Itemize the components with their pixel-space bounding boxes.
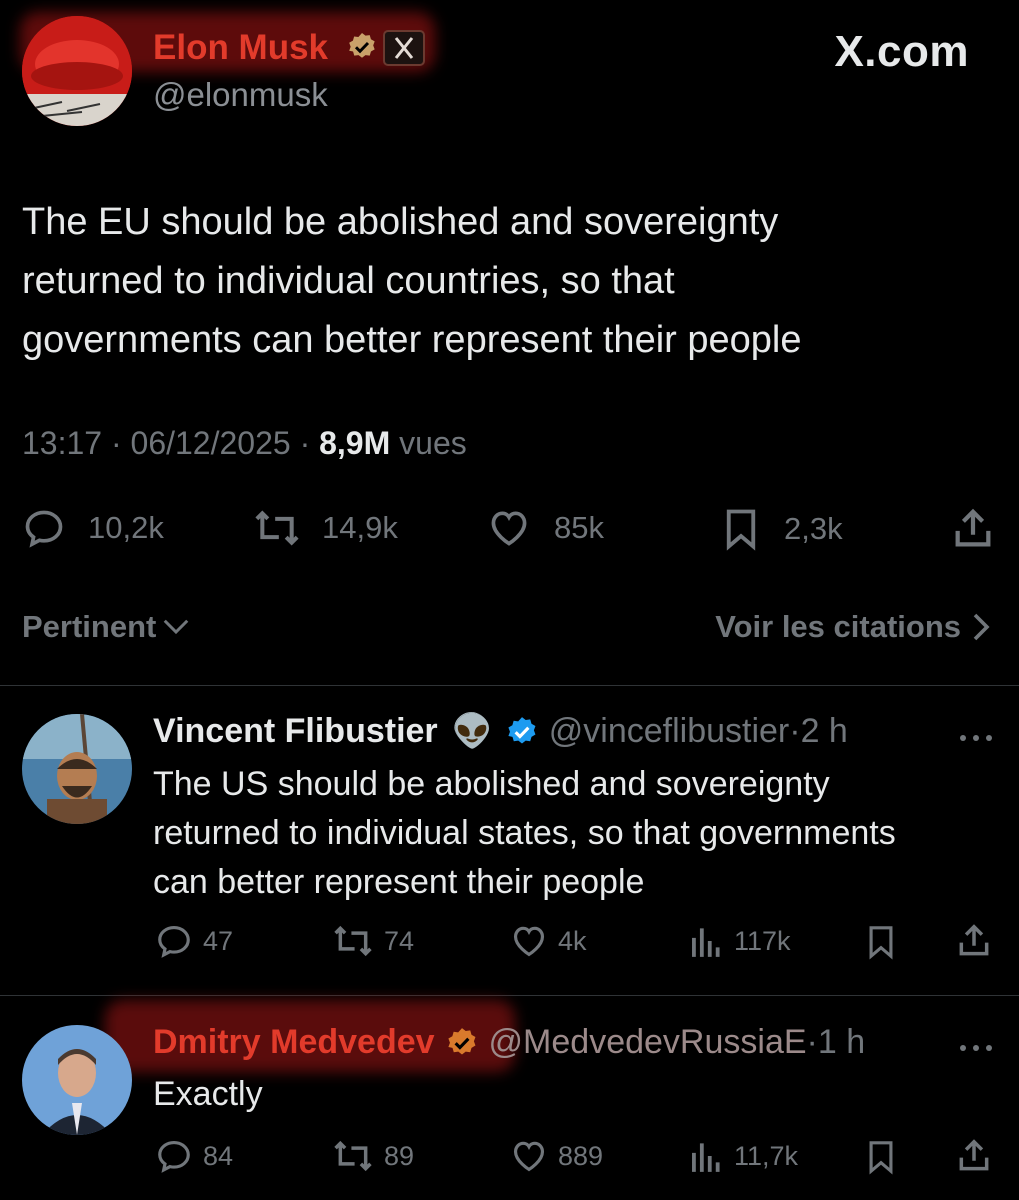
heart-icon <box>513 1141 545 1172</box>
reply-text: The US should be abolished and sovereign… <box>153 760 1013 907</box>
meta-separator: · <box>110 425 131 461</box>
meta-separator: · <box>789 712 801 750</box>
views-count[interactable]: 8,9M <box>319 425 390 461</box>
analytics-icon <box>692 928 720 957</box>
verified-blue-icon <box>505 715 539 749</box>
reply-author-name[interactable]: Dmitry Medvedev <box>153 1023 435 1062</box>
share-icon <box>959 1139 989 1171</box>
bookmark-button[interactable] <box>864 922 898 962</box>
author-name[interactable]: Elon Musk <box>153 28 328 68</box>
like-button[interactable]: 4k <box>510 922 587 960</box>
chevron-right-icon <box>973 613 990 641</box>
repost-count: 14,9k <box>322 510 398 545</box>
post-text-line: returned to individual countries, so tha… <box>22 260 675 302</box>
repost-icon <box>334 925 372 957</box>
reply-count: 47 <box>203 925 234 956</box>
reply-text-line: can better represent their people <box>153 863 645 901</box>
reply-handle[interactable]: @MedvedevRussiaE <box>489 1023 807 1062</box>
avatar-elon[interactable] <box>22 16 132 126</box>
views-button[interactable]: 117k <box>688 922 791 960</box>
reply-age[interactable]: 2 h <box>801 712 848 751</box>
alien-emoji-icon: 👽 <box>451 712 493 749</box>
sort-dropdown[interactable]: Pertinent <box>22 609 191 645</box>
x-affiliate-badge-icon[interactable] <box>383 30 425 66</box>
verified-gold-icon <box>346 31 378 63</box>
author-handle[interactable]: @elonmusk <box>153 76 328 114</box>
meta-separator: · <box>299 425 320 461</box>
avatar-vincent[interactable] <box>22 714 132 824</box>
repost-button[interactable]: 14,9k <box>250 506 398 550</box>
heart-icon <box>491 511 527 546</box>
reply-button[interactable]: 10,2k <box>22 506 164 550</box>
post-text-line: The EU should be abolished and sovereign… <box>22 201 779 243</box>
views-button[interactable]: 11,7k <box>688 1137 798 1175</box>
divider <box>0 685 1019 686</box>
share-icon <box>959 924 989 956</box>
post-text-line: governments can better represent their p… <box>22 319 802 361</box>
bookmark-button[interactable] <box>864 1137 898 1177</box>
reply-text: Exactly <box>153 1071 263 1117</box>
bookmark-icon <box>726 509 756 551</box>
verified-gold-icon <box>445 1026 479 1060</box>
post-meta: 13:17 · 06/12/2025 · 8,9M vues <box>22 425 467 462</box>
post-time[interactable]: 13:17 <box>22 425 102 461</box>
like-button[interactable]: 85k <box>486 506 604 550</box>
reply-handle[interactable]: @vinceflibustier <box>549 712 790 751</box>
share-button[interactable] <box>950 506 996 552</box>
reply-icon <box>158 1140 190 1173</box>
post-text: The EU should be abolished and sovereign… <box>22 193 1002 370</box>
like-button[interactable]: 889 <box>510 1137 603 1175</box>
quotes-link-label: Voir les citations <box>715 609 961 644</box>
repost-count: 74 <box>384 925 415 956</box>
bookmark-count: 2,3k <box>784 511 843 546</box>
repost-icon <box>334 1140 372 1172</box>
heart-icon <box>513 926 545 957</box>
reply-count: 10,2k <box>88 510 164 545</box>
reply-icon <box>25 510 63 548</box>
bookmark-button[interactable]: 2,3k <box>720 506 843 552</box>
reply-icon <box>158 925 190 958</box>
repost-button[interactable]: 89 <box>330 1137 414 1175</box>
divider <box>0 995 1019 996</box>
post-date[interactable]: 06/12/2025 <box>131 425 291 461</box>
reply-text-line: returned to individual states, so that g… <box>153 814 896 852</box>
like-count: 889 <box>558 1140 604 1171</box>
reply-author-name[interactable]: Vincent Flibustier <box>153 712 438 751</box>
more-options-icon[interactable] <box>958 1040 994 1058</box>
repost-button[interactable]: 74 <box>330 922 414 960</box>
reply-text-line: The US should be abolished and sovereign… <box>153 765 830 803</box>
reply-button[interactable]: 47 <box>155 922 233 960</box>
reply-header: Dmitry Medvedev @MedvedevRussiaE · 1 h <box>153 1023 865 1062</box>
meta-separator: · <box>806 1023 818 1061</box>
share-button[interactable] <box>955 922 993 960</box>
sort-label: Pertinent <box>22 609 157 644</box>
share-button[interactable] <box>955 1137 993 1175</box>
share-icon <box>955 508 991 547</box>
reply-header: Vincent Flibustier 👽 @vinceflibustier · … <box>153 712 848 751</box>
reply-button[interactable]: 84 <box>155 1137 233 1175</box>
views-label: vues <box>399 425 467 461</box>
more-options-icon[interactable] <box>958 730 994 748</box>
like-count: 85k <box>554 510 604 545</box>
bookmark-icon <box>869 1141 893 1175</box>
chevron-down-icon <box>164 619 189 635</box>
avatar-dmitry[interactable] <box>22 1025 132 1135</box>
reply-age[interactable]: 1 h <box>818 1023 865 1062</box>
repost-icon <box>255 510 299 546</box>
reply-text-line: Exactly <box>153 1075 263 1113</box>
views-count: 117k <box>734 925 791 956</box>
reply-count: 84 <box>203 1140 234 1171</box>
analytics-icon <box>692 1143 720 1172</box>
bookmark-icon <box>869 926 893 960</box>
view-quotes-link[interactable]: Voir les citations <box>715 609 991 645</box>
repost-count: 89 <box>384 1140 415 1171</box>
views-count: 11,7k <box>734 1140 799 1171</box>
site-watermark: X.com <box>834 27 969 76</box>
like-count: 4k <box>558 925 587 956</box>
